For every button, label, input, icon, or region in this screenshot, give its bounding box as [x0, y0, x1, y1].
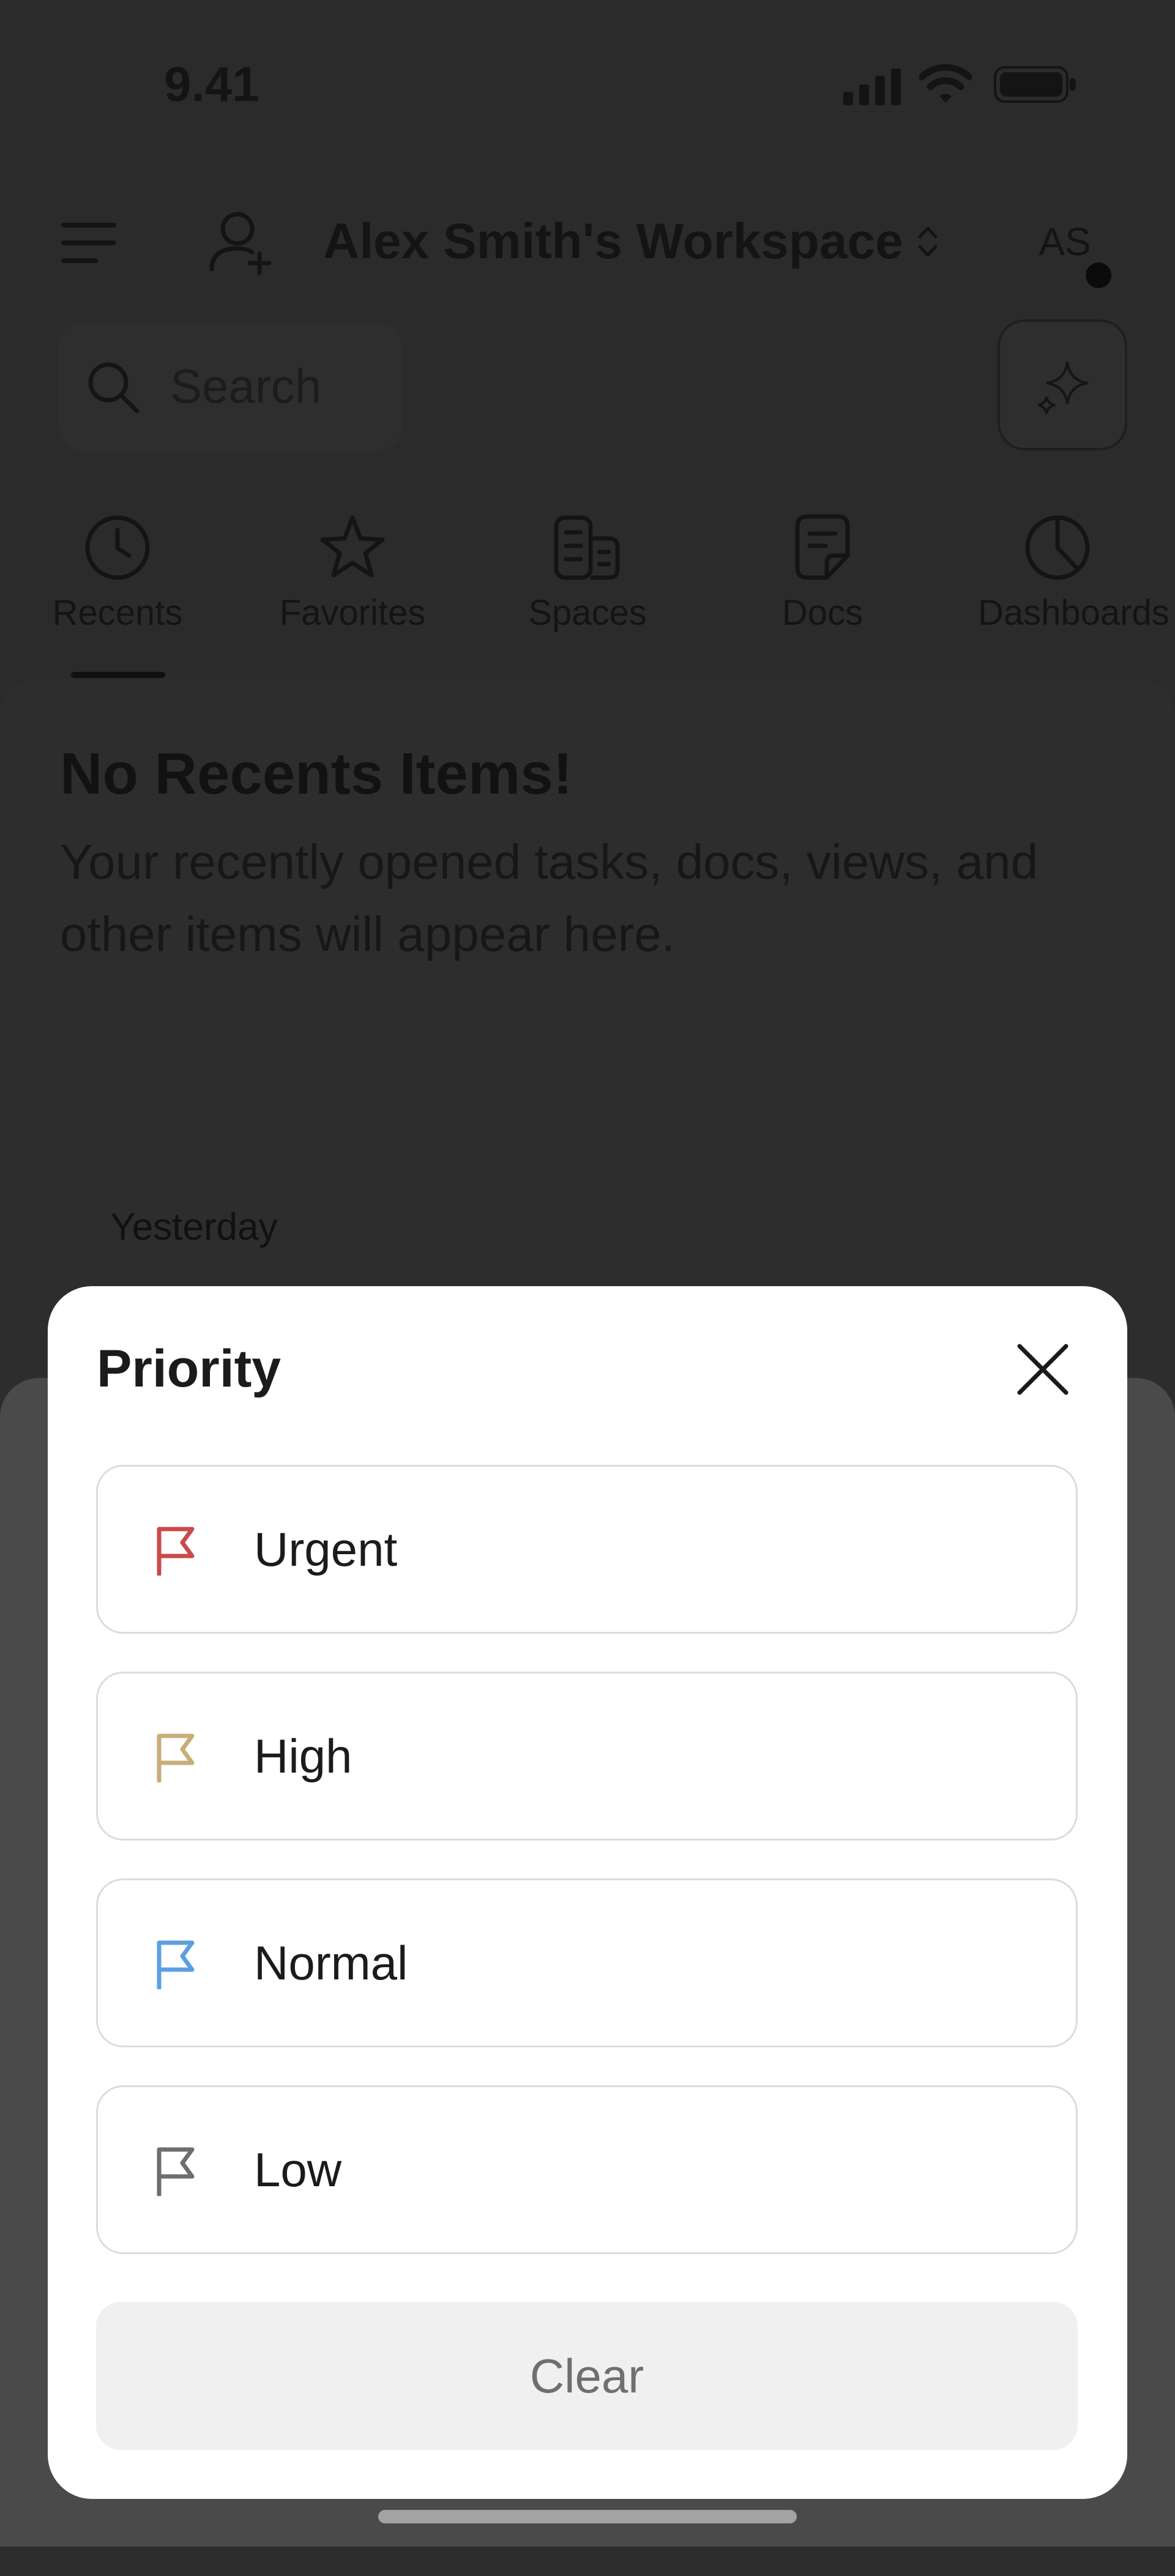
empty-state-title: No Recents Items! — [60, 741, 573, 806]
pie-chart-icon — [978, 514, 1137, 581]
doc-icon — [743, 514, 902, 581]
sparkle-icon — [1033, 356, 1094, 417]
clock-icon — [38, 514, 197, 581]
tab-docs[interactable]: Docs — [743, 514, 902, 633]
option-label: Normal — [254, 1936, 408, 1990]
flag-icon — [154, 2147, 197, 2196]
wifi-icon — [919, 64, 972, 104]
empty-state-description: Your recently opened tasks, docs, views,… — [60, 835, 1038, 961]
tab-favorites[interactable]: Favorites — [273, 514, 432, 633]
option-label: Urgent — [254, 1522, 398, 1576]
battery-icon — [994, 66, 1077, 103]
tab-label: Favorites — [279, 593, 426, 633]
signal-icon — [843, 69, 902, 105]
section-label-yesterday: Yesterday — [110, 1206, 278, 1248]
modal-title: Priority — [97, 1339, 282, 1398]
ai-assistant-button[interactable] — [998, 319, 1127, 450]
tab-label: Spaces — [528, 593, 647, 633]
spaces-icon — [508, 514, 667, 581]
tab-spaces[interactable]: Spaces — [508, 514, 667, 633]
priority-option-urgent[interactable]: Urgent — [96, 1465, 1078, 1634]
workspace-switcher[interactable]: Alex Smith's Workspace — [323, 214, 939, 269]
avatar[interactable]: AS — [1028, 217, 1102, 266]
add-user-icon[interactable] — [208, 208, 275, 275]
status-time: 9.41 — [164, 57, 259, 111]
option-label: Low — [254, 2143, 342, 2197]
option-label: High — [254, 1729, 352, 1783]
priority-modal: Priority Urgent High Normal Low Clear — [48, 1286, 1127, 2499]
flag-icon — [154, 1733, 197, 1782]
active-tab-indicator — [71, 672, 165, 678]
presence-dot — [1086, 262, 1111, 288]
tab-recents[interactable]: Recents — [38, 514, 197, 633]
star-icon — [273, 514, 432, 581]
workspace-name: Alex Smith's Workspace — [323, 214, 903, 269]
clear-label: Clear — [529, 2349, 644, 2403]
avatar-initials: AS — [1039, 220, 1091, 264]
clear-button[interactable]: Clear — [96, 2302, 1078, 2450]
home-indicator — [378, 2510, 797, 2523]
tab-label: Dashboards — [978, 593, 1169, 633]
search-bar[interactable]: Search — [59, 322, 401, 452]
flag-icon — [154, 1940, 197, 1989]
priority-option-high[interactable]: High — [96, 1672, 1078, 1841]
priority-option-normal[interactable]: Normal — [96, 1878, 1078, 2047]
priority-option-low[interactable]: Low — [96, 2085, 1078, 2254]
flag-icon — [154, 1527, 197, 1576]
tab-label: Recents — [52, 593, 183, 633]
menu-icon[interactable] — [61, 221, 116, 264]
chevron-up-down-icon — [917, 223, 939, 260]
search-icon — [86, 360, 141, 415]
search-input[interactable]: Search — [170, 359, 321, 414]
tab-dashboards[interactable]: Dashboards — [978, 514, 1169, 633]
close-icon[interactable] — [1016, 1342, 1070, 1396]
tab-label: Docs — [781, 593, 864, 633]
